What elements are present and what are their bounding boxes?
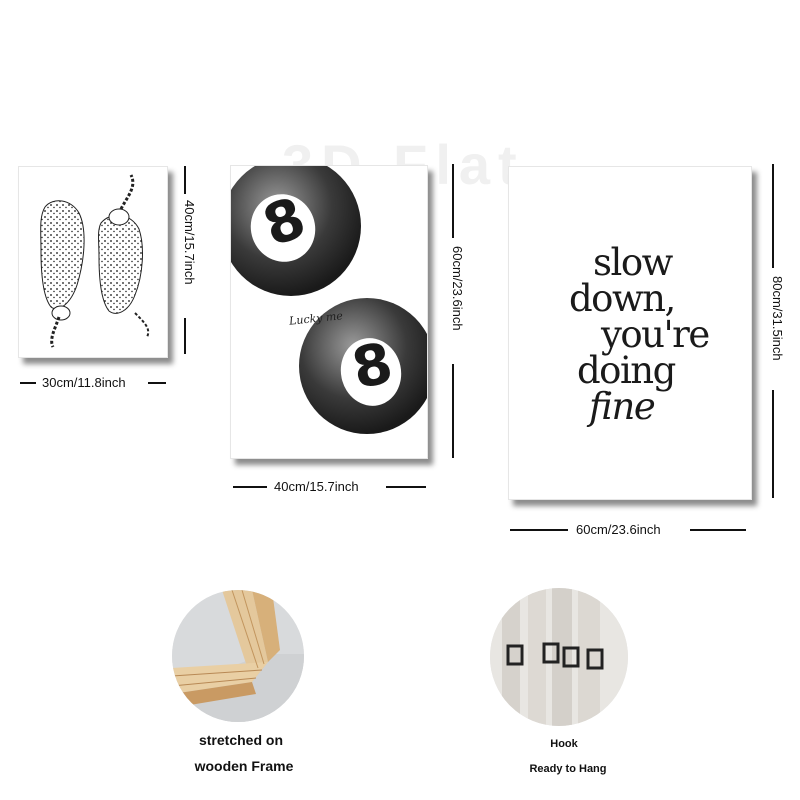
medium-height-line-top bbox=[452, 164, 454, 238]
frame-caption-line1: stretched on bbox=[198, 732, 283, 748]
wooden-frame-corner-image bbox=[172, 590, 304, 722]
small-width-line-left bbox=[20, 382, 36, 384]
quote-line-4: doing bbox=[577, 349, 676, 392]
quote-line-5: fine bbox=[589, 385, 656, 428]
hook-caption-line1: Hook bbox=[550, 738, 578, 750]
hook-image bbox=[490, 588, 628, 726]
leopards-illustration bbox=[40, 174, 150, 348]
medium-width-label: 40cm/15.7inch bbox=[274, 479, 359, 494]
large-width-label: 60cm/23.6inch bbox=[576, 522, 661, 537]
small-width-label: 30cm/11.8inch bbox=[42, 375, 126, 390]
medium-height-line-bottom bbox=[452, 364, 454, 458]
hook-photo bbox=[490, 588, 628, 726]
medium-width-line-right bbox=[386, 486, 426, 488]
large-height-line-top bbox=[772, 164, 774, 268]
quote-line-1: slow bbox=[593, 241, 673, 284]
large-height-line-bottom bbox=[772, 390, 774, 498]
small-width-line-right bbox=[148, 382, 166, 384]
small-height-line-bottom bbox=[184, 318, 186, 354]
medium-width-line-left bbox=[233, 486, 267, 488]
large-width-line-right bbox=[690, 529, 746, 531]
frame-caption-line2: wooden Frame bbox=[194, 758, 294, 774]
quote-text: slow down, you're doing fine bbox=[509, 241, 751, 428]
poster-large-quote: slow down, you're doing fine bbox=[508, 166, 752, 500]
small-height-line-top bbox=[184, 166, 186, 194]
poster-medium-eight-balls: 8 8 Lucky me bbox=[230, 165, 428, 459]
quote-line-3: you're bbox=[601, 313, 710, 356]
medium-height-label: 60cm/23.6inch bbox=[450, 246, 465, 331]
poster-small-leopards bbox=[18, 166, 168, 358]
large-height-label: 80cm/31.5inch bbox=[770, 276, 785, 361]
quote-line-2: down, bbox=[569, 277, 676, 320]
hook-caption-line2: Ready to Hang bbox=[529, 763, 607, 775]
small-height-label: 40cm/15.7inch bbox=[182, 200, 197, 285]
large-width-line-left bbox=[510, 529, 568, 531]
wooden-frame-photo bbox=[172, 590, 304, 722]
